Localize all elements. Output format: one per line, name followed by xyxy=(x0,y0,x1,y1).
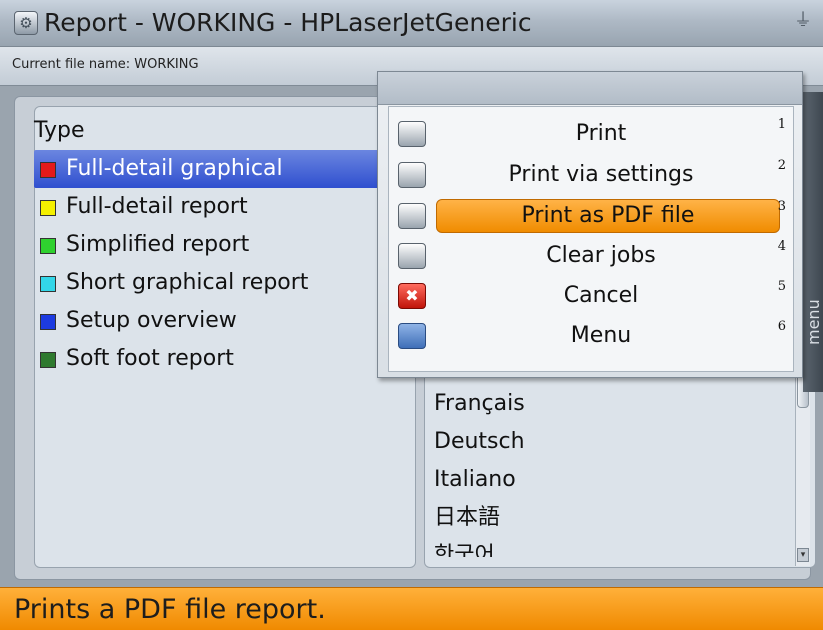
menu-item-label: Print xyxy=(575,121,627,146)
menu-icon xyxy=(398,323,426,349)
menu-item-menu[interactable]: Menu 6 xyxy=(388,317,792,355)
type-item-label: Setup overview xyxy=(66,308,237,333)
type-item-setup-overview[interactable]: Setup overview xyxy=(34,302,414,340)
printer-settings-icon xyxy=(398,162,426,188)
menu-item-cancel[interactable]: ✖ Cancel 5 xyxy=(388,277,792,315)
type-item-label: Full-detail graphical xyxy=(66,156,283,181)
blue-swatch xyxy=(40,314,56,330)
menu-item-clear-jobs[interactable]: Clear jobs 4 xyxy=(388,237,792,275)
plug-icon[interactable]: ⏚ xyxy=(793,10,813,32)
menu-item-label: Menu xyxy=(570,323,632,348)
shortcut-number: 6 xyxy=(777,319,786,334)
menu-item-label: Cancel xyxy=(563,283,639,308)
type-list: Full-detail graphical Full-detail report… xyxy=(34,150,414,378)
shortcut-number: 5 xyxy=(777,279,786,294)
side-menu-label: menu xyxy=(804,299,823,345)
dark-green-swatch xyxy=(40,352,56,368)
type-item-full-detail-graphical[interactable]: Full-detail graphical xyxy=(34,150,410,188)
shortcut-number: 2 xyxy=(777,158,786,173)
type-item-label: Short graphical report xyxy=(66,270,309,295)
menu-item-label: Clear jobs xyxy=(546,243,656,268)
type-item-soft-foot-report[interactable]: Soft foot report xyxy=(34,340,414,378)
type-item-label: Full-detail report xyxy=(66,194,248,219)
language-item[interactable]: Deutsch xyxy=(434,423,525,461)
yellow-swatch xyxy=(40,200,56,216)
menu-item-print[interactable]: Print 1 xyxy=(388,115,792,153)
type-item-simplified-report[interactable]: Simplified report xyxy=(34,226,414,264)
cog-icon[interactable]: ⚙ xyxy=(14,11,38,35)
type-item-label: Simplified report xyxy=(66,232,250,257)
status-text: Prints a PDF file report. xyxy=(14,594,326,625)
type-heading: Type xyxy=(34,118,85,143)
printer-clear-icon xyxy=(398,243,426,269)
green-swatch xyxy=(40,238,56,254)
menu-item-label: Print via settings xyxy=(508,162,694,187)
menu-item-print-via-settings[interactable]: Print via settings 2 xyxy=(388,156,792,194)
current-file-label: Current file name: WORKING xyxy=(12,57,199,72)
type-item-short-graphical-report[interactable]: Short graphical report xyxy=(34,264,414,302)
red-swatch xyxy=(40,162,56,178)
printer-icon xyxy=(398,121,426,147)
language-item[interactable]: 日本語 xyxy=(434,499,525,537)
shortcut-number: 4 xyxy=(777,239,786,254)
language-list: Français Deutsch Italiano 日本語 한국어 xyxy=(434,385,525,557)
status-bar: Prints a PDF file report. xyxy=(0,587,823,630)
type-item-label: Soft foot report xyxy=(66,346,234,371)
title-bar: ⚙ Report - WORKING - HPLaserJetGeneric ⏚ xyxy=(0,0,823,47)
type-item-full-detail-report[interactable]: Full-detail report xyxy=(34,188,414,226)
shortcut-number: 1 xyxy=(777,117,786,132)
language-item[interactable]: Français xyxy=(434,385,525,423)
window-title: Report - WORKING - HPLaserJetGeneric xyxy=(44,8,532,37)
scroll-down-icon[interactable]: ▾ xyxy=(797,548,809,562)
popup-header xyxy=(378,72,802,105)
menu-item-label: Print as PDF file xyxy=(436,199,780,233)
menu-item-print-as-pdf[interactable]: Print as PDF file 3 xyxy=(388,197,792,235)
language-item[interactable]: 한국어 xyxy=(434,537,525,557)
shortcut-number: 3 xyxy=(777,199,786,214)
printer-pdf-icon xyxy=(398,203,426,229)
cyan-swatch xyxy=(40,276,56,292)
cancel-icon: ✖ xyxy=(398,283,426,309)
language-item[interactable]: Italiano xyxy=(434,461,525,499)
